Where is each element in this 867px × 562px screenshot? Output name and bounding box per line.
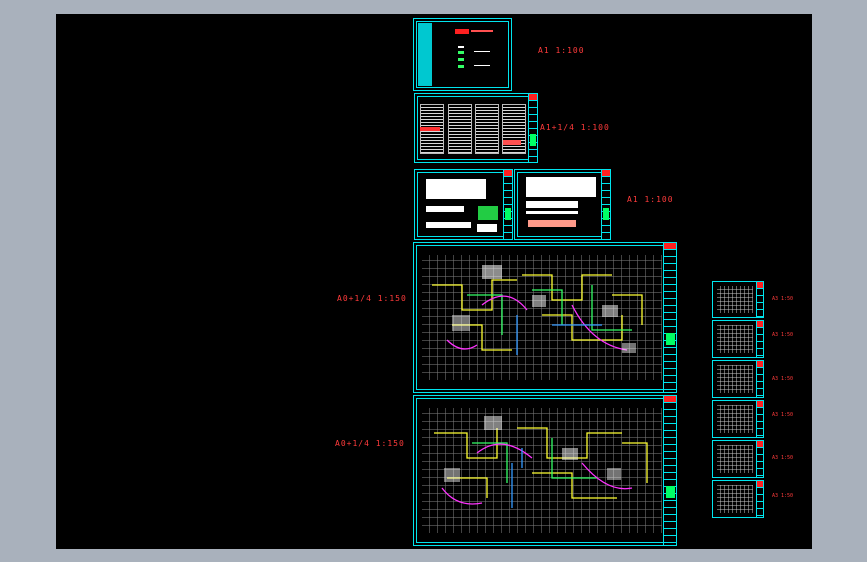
floor-plan-wiring bbox=[432, 265, 643, 355]
floor-plan-wiring bbox=[434, 416, 648, 508]
detail-scale-label: A3 1:50 bbox=[772, 455, 794, 461]
sheet-scale-label: A0+1/4 1:150 bbox=[335, 439, 405, 448]
title-block bbox=[756, 481, 763, 517]
legend-pink-block bbox=[528, 220, 576, 227]
cover-text bbox=[458, 51, 464, 54]
cover-sidebar bbox=[418, 23, 432, 86]
legend-row bbox=[526, 211, 578, 214]
cover-subtitle bbox=[471, 30, 493, 32]
title-block bbox=[528, 94, 537, 162]
cover-text bbox=[458, 65, 464, 68]
title-block bbox=[756, 321, 763, 357]
detail-drawing bbox=[717, 445, 753, 473]
title-block bbox=[503, 170, 512, 239]
legend-table bbox=[477, 224, 497, 232]
legend-table bbox=[526, 177, 596, 197]
detail-sheet[interactable] bbox=[712, 480, 764, 518]
cover-text bbox=[474, 65, 490, 66]
sheet-plan-1[interactable] bbox=[413, 242, 677, 393]
detail-drawing bbox=[717, 405, 753, 433]
floor-plan-grid bbox=[422, 408, 662, 533]
title-block bbox=[756, 401, 763, 437]
sheet-scale-label: A1 1:100 bbox=[627, 195, 674, 204]
legend-table bbox=[526, 201, 578, 208]
legend-green-block bbox=[478, 206, 498, 220]
detail-sheet[interactable] bbox=[712, 440, 764, 478]
detail-sheet[interactable] bbox=[712, 360, 764, 398]
title-block bbox=[601, 170, 610, 239]
sheet-scale-label: A1+1/4 1:100 bbox=[540, 123, 610, 132]
detail-drawing bbox=[717, 286, 753, 313]
floor-plan-grid bbox=[422, 255, 662, 380]
sheet-legend-right[interactable] bbox=[514, 169, 611, 240]
detail-sheet[interactable] bbox=[712, 400, 764, 438]
cover-text bbox=[474, 51, 490, 52]
detail-drawing bbox=[717, 365, 753, 393]
detail-sheet[interactable] bbox=[712, 320, 764, 358]
detail-drawing bbox=[717, 485, 753, 513]
cover-text bbox=[458, 58, 464, 61]
sheet-legend-left[interactable] bbox=[414, 169, 513, 240]
cover-red-title bbox=[455, 29, 469, 34]
detail-sheet[interactable] bbox=[712, 281, 764, 318]
detail-scale-label: A3 1:50 bbox=[772, 412, 794, 418]
cad-drawing-canvas[interactable]: A1 1:100 A1+1/4 1:100 A1 1:100 A0+1/4 1:… bbox=[56, 14, 812, 549]
sheet-notes[interactable] bbox=[414, 93, 538, 163]
title-block bbox=[756, 441, 763, 477]
sheet-cover[interactable] bbox=[413, 18, 512, 91]
sheet-scale-label: A0+1/4 1:150 bbox=[337, 294, 407, 303]
detail-drawing bbox=[717, 325, 753, 353]
title-block bbox=[756, 361, 763, 397]
notes-highlight bbox=[503, 140, 521, 145]
notes-column bbox=[502, 104, 526, 154]
notes-column bbox=[475, 104, 499, 154]
cover-text bbox=[458, 46, 464, 48]
legend-table bbox=[426, 206, 464, 212]
title-block bbox=[663, 243, 676, 392]
detail-scale-label: A3 1:50 bbox=[772, 493, 794, 499]
notes-highlight bbox=[420, 127, 440, 131]
notes-column bbox=[448, 104, 472, 154]
detail-scale-label: A3 1:50 bbox=[772, 296, 794, 302]
detail-scale-label: A3 1:50 bbox=[772, 376, 794, 382]
title-block bbox=[663, 396, 676, 545]
legend-table bbox=[426, 222, 471, 228]
legend-table bbox=[426, 179, 486, 199]
title-block bbox=[756, 282, 763, 317]
sheet-plan-2[interactable] bbox=[413, 395, 677, 546]
detail-scale-label: A3 1:50 bbox=[772, 332, 794, 338]
sheet-scale-label: A1 1:100 bbox=[538, 46, 585, 55]
